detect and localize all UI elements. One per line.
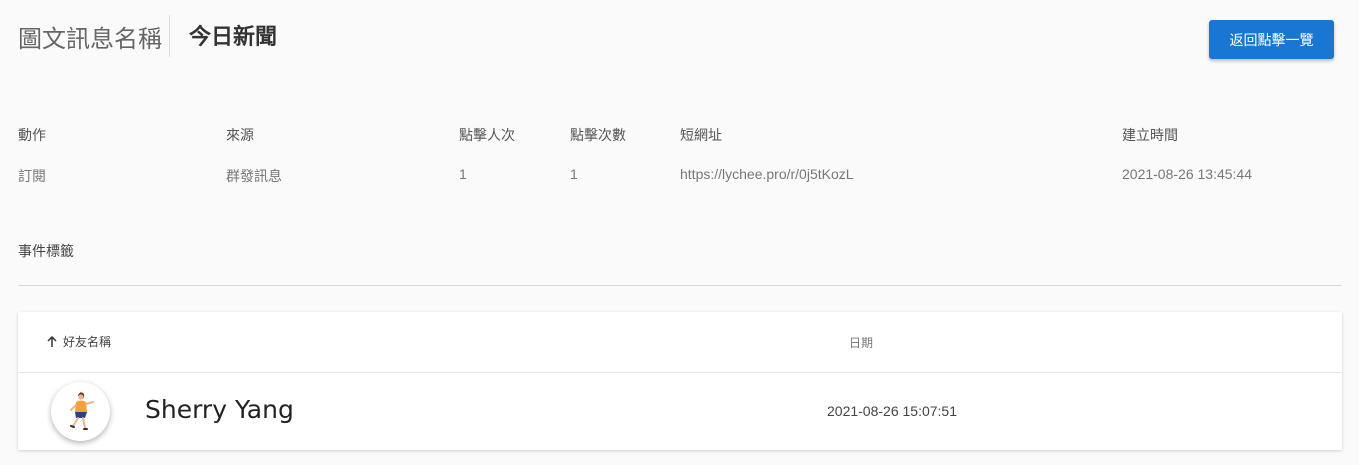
header-created-at: 建立時間 xyxy=(1122,127,1178,143)
header-short-url: 短網址 xyxy=(680,127,722,143)
value-action: 訂閱 xyxy=(18,168,46,184)
section-label: 圖文訊息名稱 xyxy=(18,25,162,53)
friend-name-column-label: 好友名稱 xyxy=(63,335,112,349)
table-row[interactable]: Sherry Yang 2021-08-26 15:07:51 xyxy=(18,373,1342,450)
date-column-header[interactable]: 日期 xyxy=(849,334,873,351)
back-to-clicks-button[interactable]: 返回點擊一覽 xyxy=(1209,20,1334,59)
header-source: 來源 xyxy=(226,127,254,143)
tags-divider xyxy=(18,285,1342,286)
event-tags-label: 事件標籤 xyxy=(18,243,74,259)
page-title: 今日新聞 xyxy=(189,25,278,50)
page-header: 圖文訊息名稱 今日新聞 返回點擊一覽 xyxy=(0,0,1359,70)
header-divider xyxy=(169,15,170,57)
value-short-url[interactable]: https://lychee.pro/r/0j5tKozL xyxy=(680,166,854,182)
sort-friend-name-header[interactable]: 好友名稱 xyxy=(45,333,111,350)
avatar xyxy=(51,382,110,441)
arrow-up-icon xyxy=(45,335,59,349)
header-click-people: 點擊人次 xyxy=(459,127,515,143)
value-click-count: 1 xyxy=(570,166,578,182)
friend-name: Sherry Yang xyxy=(145,395,294,424)
value-source: 群發訊息 xyxy=(226,168,282,184)
header-action: 動作 xyxy=(18,127,46,143)
value-click-people: 1 xyxy=(459,166,467,182)
row-date: 2021-08-26 15:07:51 xyxy=(827,403,957,419)
friends-table: 好友名稱 日期 Sherry Yang 2021-08-26 15:07:51 xyxy=(18,312,1342,450)
table-header: 好友名稱 日期 xyxy=(18,312,1342,373)
header-click-count: 點擊次數 xyxy=(570,127,626,143)
value-created-at: 2021-08-26 13:45:44 xyxy=(1122,166,1252,182)
